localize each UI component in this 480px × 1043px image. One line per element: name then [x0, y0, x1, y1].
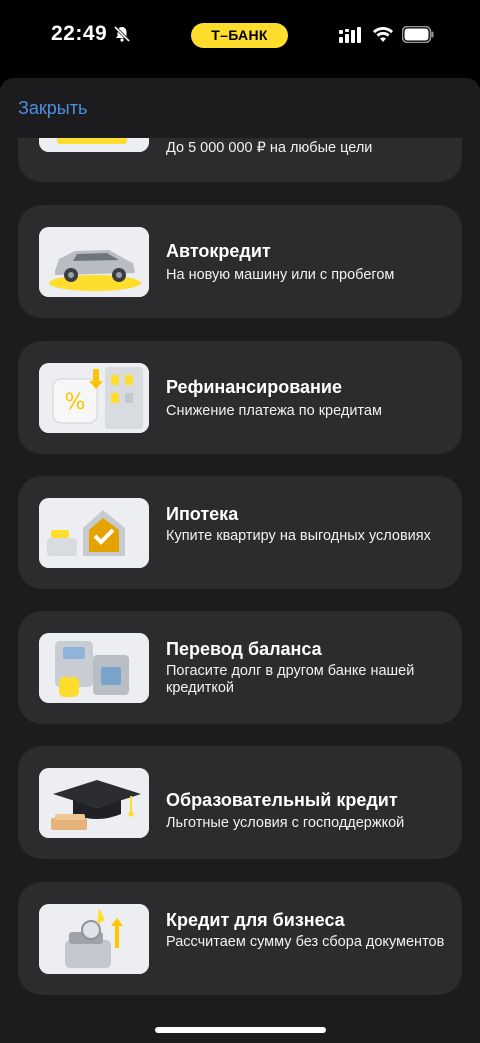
close-button[interactable]: Закрыть	[18, 98, 87, 119]
refinance-icon: %	[39, 363, 149, 433]
product-card-mortgage[interactable]: Ипотека Купите квартиру на выгодных усло…	[18, 476, 462, 589]
signal-icon	[339, 27, 361, 43]
product-title: Кредит для бизнеса	[166, 910, 345, 930]
status-time: 22:49	[51, 22, 108, 45]
product-subtitle: Купите квартиру на выгодных условиях	[166, 528, 431, 544]
product-card-balance-transfer[interactable]: Перевод баланса Погасите долг в другом б…	[18, 611, 462, 724]
business-loan-icon	[39, 904, 149, 974]
balance-transfer-icon	[39, 633, 149, 703]
product-card-refinance[interactable]: % Рефинансирование Снижение платежа по к…	[18, 341, 462, 454]
status-bar: 22:49 Т–БАНК	[0, 0, 480, 70]
product-title: Автокредит	[166, 241, 271, 261]
home-indicator[interactable]	[155, 1027, 326, 1033]
product-title: Ипотека	[166, 504, 239, 524]
car-icon	[39, 227, 149, 297]
product-subtitle: На новую машину или с пробегом	[166, 267, 395, 283]
wifi-icon	[373, 27, 393, 42]
product-subtitle: До 5 000 000 ₽ на любые цели	[166, 140, 373, 156]
svg-text:%: %	[65, 390, 86, 415]
products-sheet: До 5 000 000 ₽ на любые цели Автокредит …	[0, 78, 480, 1043]
bell-muted-icon	[113, 25, 131, 43]
sheet-header: Закрыть	[0, 78, 480, 138]
house-icon	[39, 498, 149, 568]
product-card-education-loan[interactable]: Образовательный кредит Льготные условия …	[18, 746, 462, 859]
product-title: Перевод баланса	[166, 639, 322, 659]
product-title: Образовательный кредит	[166, 790, 398, 810]
graduation-cap-icon	[39, 768, 149, 838]
product-subtitle: Снижение платежа по кредитам	[166, 403, 382, 419]
product-card-business-loan[interactable]: Кредит для бизнеса Рассчитаем сумму без …	[18, 882, 462, 995]
product-title: Рефинансирование	[166, 377, 342, 397]
brand-badge: Т–БАНК	[191, 23, 288, 48]
product-card-auto-loan[interactable]: Автокредит На новую машину или с пробего…	[18, 205, 462, 318]
products-list: До 5 000 000 ₽ на любые цели Автокредит …	[0, 78, 480, 1043]
product-subtitle: Льготные условия с господдержкой	[166, 815, 405, 831]
battery-icon	[402, 26, 434, 43]
product-subtitle: Погасите долг в другом банке нашей креди…	[166, 663, 415, 696]
product-subtitle: Рассчитаем сумму без сбора документов	[166, 934, 445, 950]
